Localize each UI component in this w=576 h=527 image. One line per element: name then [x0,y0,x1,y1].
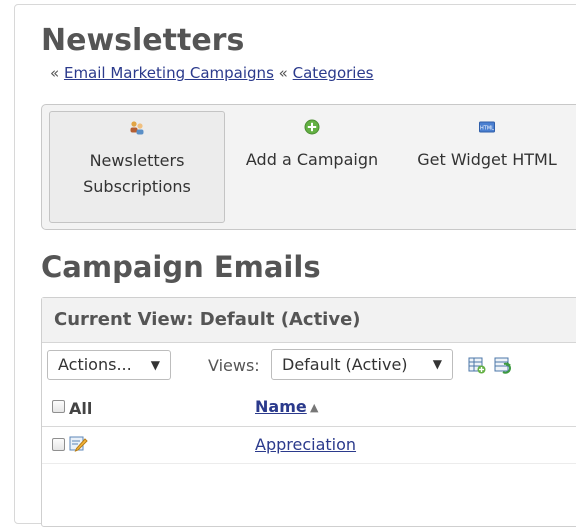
table-header-row: All Name ▲ [42,388,576,427]
panel-header: Current View: Default (Active) [42,298,576,343]
breadcrumb-email-marketing-campaigns[interactable]: Email Marketing Campaigns [64,64,274,82]
sort-ascending-icon: ▲ [310,401,319,414]
select-all-checkbox[interactable] [52,400,65,413]
add-view-icon[interactable] [468,356,486,374]
add-campaign-label: Add a Campaign [245,150,379,169]
breadcrumb-categories[interactable]: Categories [293,64,374,82]
views-selected-value: Default (Active) [282,355,408,374]
toolbar: Newsletters Subscriptions Add a Campaign… [41,104,576,230]
html-icon: HTML [479,121,495,133]
views-dropdown[interactable]: Default (Active) ▼ [271,349,453,380]
newsletters-label: Newsletters [89,151,185,170]
row-checkbox[interactable] [52,438,65,451]
campaign-name-link[interactable]: Appreciation [255,435,356,454]
get-widget-html-button[interactable]: HTML Get Widget HTML [402,111,572,223]
add-circle-icon [304,119,320,135]
users-icon [130,121,144,135]
edit-icon[interactable] [69,435,88,453]
breadcrumb-separator: « [50,64,60,82]
add-campaign-button[interactable]: Add a Campaign [232,111,392,223]
breadcrumb-separator: « [278,64,288,82]
dropdown-arrow-icon: ▼ [150,358,160,372]
campaign-emails-panel: Current View: Default (Active) Actions..… [41,297,576,527]
views-label: Views: [208,356,260,375]
table-row: Appreciation [42,427,576,464]
newsletters-subscriptions-button[interactable]: Newsletters Subscriptions [49,111,225,223]
actions-dropdown[interactable]: Actions... ▼ [47,350,171,380]
svg-text:HTML: HTML [480,126,494,132]
current-view-label: Current View: Default (Active) [54,309,361,330]
refresh-view-icon[interactable] [494,356,512,374]
page-title: Newsletters [41,23,245,58]
all-column-label: All [69,399,93,418]
name-sort-link[interactable]: Name [255,397,307,416]
section-title: Campaign Emails [41,250,321,284]
actions-label: Actions... [58,355,132,374]
dropdown-arrow-icon: ▼ [432,357,442,371]
subscriptions-label: Subscriptions [83,177,191,196]
get-widget-html-label: Get Widget HTML [417,150,557,169]
breadcrumb: « Email Marketing Campaigns « Categories [50,64,374,82]
